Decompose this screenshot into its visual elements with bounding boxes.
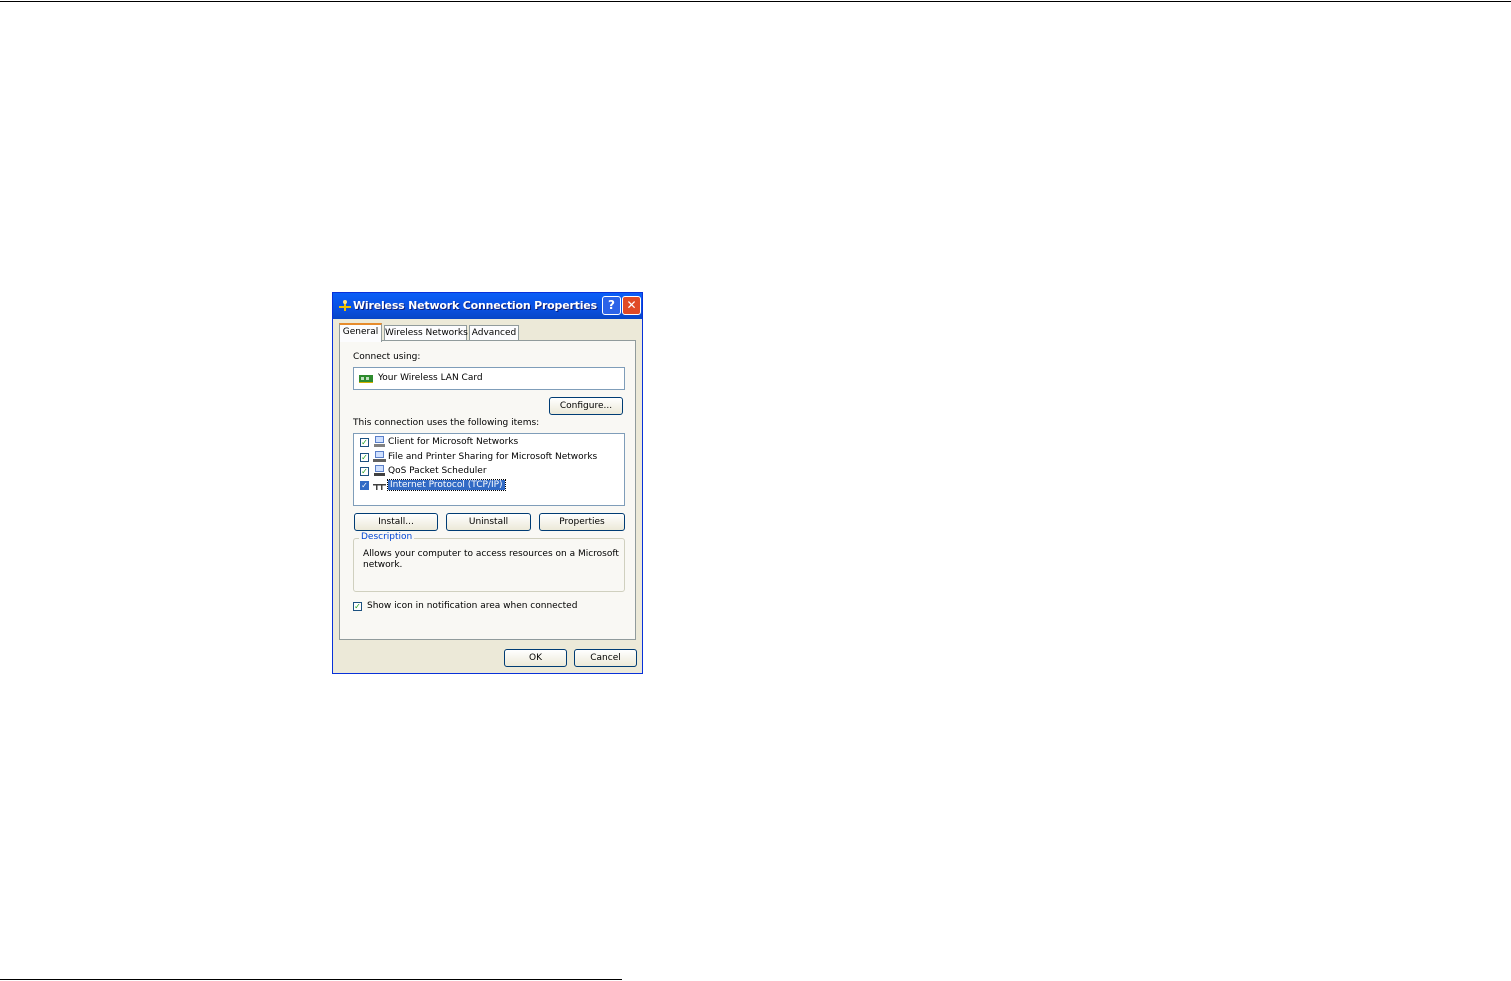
cancel-button[interactable]: Cancel <box>574 649 637 667</box>
page-bottom-rule <box>0 979 622 980</box>
description-legend: Description <box>359 532 415 542</box>
list-item[interactable]: QoS Packet Scheduler <box>388 466 487 476</box>
description-text-line-2: network. <box>363 560 403 570</box>
close-button[interactable]: ✕ <box>622 296 641 315</box>
properties-button[interactable]: Properties <box>539 513 625 531</box>
description-text-line-1: Allows your computer to access resources… <box>363 549 619 559</box>
protocol-icon <box>373 484 386 490</box>
install-button[interactable]: Install... <box>354 513 438 531</box>
list-item-selected[interactable]: Internet Protocol (TCP/IP) <box>387 479 506 491</box>
item-checkbox[interactable]: ✓ <box>360 467 369 476</box>
help-button[interactable]: ? <box>602 296 621 315</box>
tab-advanced[interactable]: Advanced <box>469 325 519 341</box>
components-list[interactable]: ✓ Client for Microsoft Networks ✓ File a… <box>353 433 625 506</box>
general-tab-panel: Connect using: Your Wireless LAN Card Co… <box>339 340 636 640</box>
network-connection-icon <box>339 300 351 311</box>
title-bar[interactable]: Wireless Network Connection Properties ?… <box>333 293 642 319</box>
list-item[interactable]: File and Printer Sharing for Microsoft N… <box>388 452 597 462</box>
list-item[interactable]: Client for Microsoft Networks <box>388 437 518 447</box>
properties-dialog: Wireless Network Connection Properties ?… <box>332 292 643 674</box>
connect-using-label: Connect using: <box>353 352 421 362</box>
tab-wireless-networks[interactable]: Wireless Networks <box>384 325 468 341</box>
window-title: Wireless Network Connection Properties <box>353 299 597 312</box>
uninstall-button[interactable]: Uninstall <box>446 513 531 531</box>
tab-general[interactable]: General <box>339 323 382 342</box>
description-group: Description Allows your computer to acce… <box>353 532 625 592</box>
ok-button[interactable]: OK <box>504 649 567 667</box>
show-icon-label[interactable]: Show icon in notification area when conn… <box>367 601 577 611</box>
page-top-rule <box>0 1 1511 2</box>
file-printer-sharing-icon <box>373 451 386 462</box>
adapter-name: Your Wireless LAN Card <box>378 373 483 383</box>
lan-card-icon <box>359 375 373 383</box>
item-checkbox[interactable]: ✓ <box>360 453 369 462</box>
item-checkbox[interactable]: ✓ <box>360 438 369 447</box>
item-checkbox[interactable]: ✓ <box>360 481 369 490</box>
items-label: This connection uses the following items… <box>353 418 540 428</box>
configure-button[interactable]: Configure... <box>549 397 623 415</box>
show-icon-checkbox[interactable]: ✓ <box>353 602 362 611</box>
network-client-icon <box>374 436 385 447</box>
adapter-field: Your Wireless LAN Card <box>353 367 625 390</box>
qos-scheduler-icon <box>374 465 385 476</box>
